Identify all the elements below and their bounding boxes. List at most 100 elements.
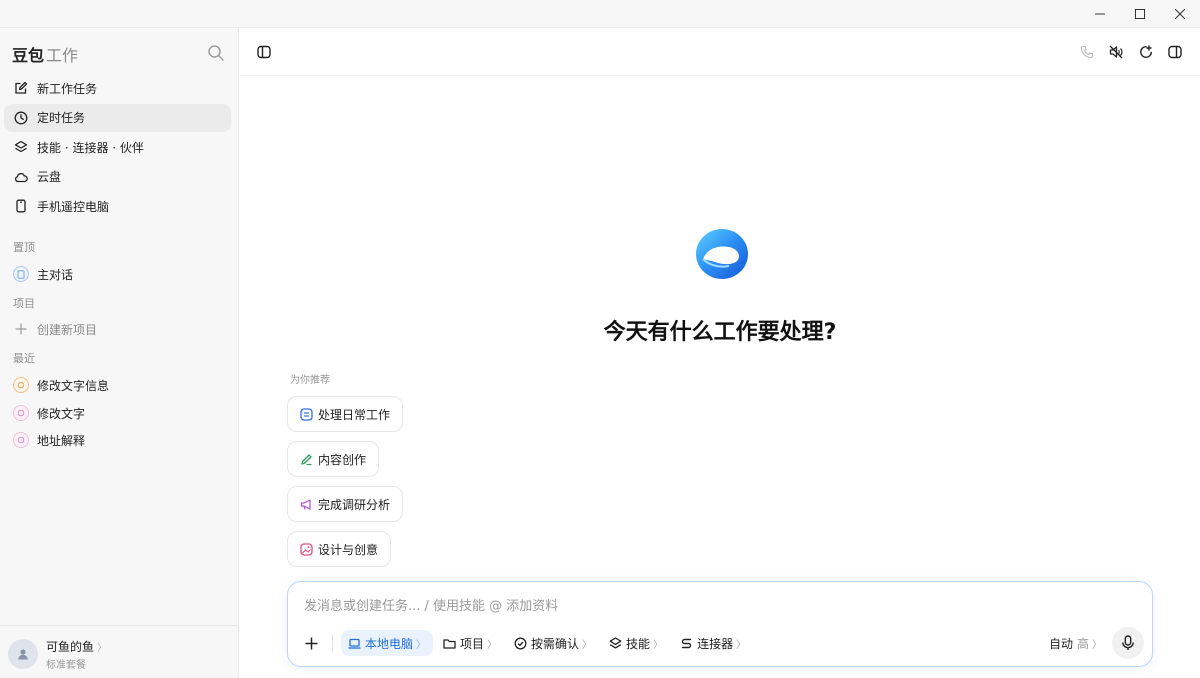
pinned-section-label: 置顶 bbox=[13, 241, 35, 254]
user-name: 可鱼的鱼〉 bbox=[46, 638, 107, 655]
phone-call-icon bbox=[1080, 45, 1094, 59]
sidebar-item-scheduled-tasks[interactable]: 定时任务 bbox=[4, 103, 231, 132]
avatar bbox=[8, 639, 38, 669]
composer-toolbar: 本地电脑〉 项目〉 按需确认〉 技能〉 连接器〉 bbox=[300, 629, 756, 657]
voice-input-button[interactable] bbox=[1112, 627, 1144, 659]
suggestion-research[interactable]: 完成调研分析 bbox=[287, 486, 404, 522]
suggestion-content-creation[interactable]: 内容创作 bbox=[287, 441, 380, 477]
brand-name: 豆包 bbox=[12, 46, 45, 65]
main-area: 今天有什么工作要处理? 为你推荐 处理日常工作 内容创作 完成调研分析 设计与创… bbox=[240, 28, 1200, 678]
sidebar-nav: 新工作任务 定时任务 技能 · 连接器 · 伙伴 云盘 手机遥控电脑 bbox=[4, 74, 231, 222]
sidebar-toggle-icon bbox=[257, 45, 271, 59]
sidebar-item-label: 技能 · 连接器 · 伙伴 bbox=[37, 140, 144, 155]
chevron-right-icon: 〉 bbox=[1092, 640, 1102, 651]
maximize-icon bbox=[1135, 9, 1145, 19]
microphone-icon bbox=[1122, 635, 1134, 650]
edit-icon bbox=[14, 81, 28, 95]
minimize-button[interactable] bbox=[1080, 0, 1120, 28]
sidebar-item-phone-remote[interactable]: 手机遥控电脑 bbox=[4, 192, 231, 220]
megaphone-icon bbox=[300, 498, 313, 511]
voice-call-button[interactable] bbox=[1078, 43, 1096, 61]
daily-work-icon bbox=[300, 407, 313, 421]
connector-icon bbox=[680, 637, 693, 650]
sidebar-item-new-task[interactable]: 新工作任务 bbox=[4, 74, 231, 102]
chevron-right-icon: 〉 bbox=[582, 639, 593, 651]
conversation-label: 主对话 bbox=[37, 267, 74, 282]
layers-icon bbox=[14, 140, 28, 154]
toggle-sidebar-button[interactable] bbox=[255, 43, 273, 61]
sidebar: 豆包 工作 新工作任务 定时任务 技能 · 连接器 · 伙伴 云盘 手机遥控电脑 … bbox=[0, 28, 239, 678]
mode-level: 高 bbox=[1076, 637, 1089, 651]
message-composer: 本地电脑〉 项目〉 按需确认〉 技能〉 连接器〉 自动 高 〉 bbox=[287, 581, 1153, 667]
plus-icon bbox=[305, 637, 317, 649]
minimize-icon bbox=[1095, 13, 1105, 15]
app-logo bbox=[693, 225, 751, 283]
toggle-panel-button[interactable] bbox=[1166, 43, 1184, 61]
user-name-text: 可鱼的鱼 bbox=[46, 640, 95, 654]
conversation-label: 地址解释 bbox=[37, 433, 86, 448]
pen-icon bbox=[300, 453, 313, 466]
top-toolbar bbox=[240, 28, 1200, 76]
conversation-item[interactable]: 地址解释 bbox=[13, 430, 85, 450]
title-bar bbox=[0, 0, 1200, 28]
add-attachment-button[interactable] bbox=[300, 632, 322, 654]
speaker-off-icon bbox=[1109, 45, 1123, 59]
sidebar-search-button[interactable] bbox=[207, 44, 225, 62]
user-plan: 标准套餐 bbox=[46, 660, 86, 671]
app-brand: 豆包 工作 bbox=[12, 42, 78, 66]
tool-label: 技能 bbox=[626, 636, 651, 651]
conversation-label: 修改文字 bbox=[37, 406, 86, 421]
phone-icon bbox=[14, 199, 28, 213]
suggestion-label: 内容创作 bbox=[318, 452, 367, 467]
tool-label: 项目 bbox=[460, 636, 485, 651]
page-title: 今天有什么工作要处理? bbox=[603, 320, 837, 345]
suggestion-label: 完成调研分析 bbox=[318, 497, 391, 512]
user-icon bbox=[18, 649, 28, 660]
sidebar-item-skills[interactable]: 技能 · 连接器 · 伙伴 bbox=[4, 133, 231, 161]
sidebar-item-label: 手机遥控电脑 bbox=[37, 199, 110, 214]
message-input[interactable] bbox=[304, 596, 1084, 616]
chevron-right-icon: 〉 bbox=[416, 639, 427, 651]
mute-button[interactable] bbox=[1107, 43, 1125, 61]
tool-label: 本地电脑 bbox=[365, 636, 414, 651]
sidebar-item-label: 云盘 bbox=[37, 170, 62, 184]
suggestion-design[interactable]: 设计与创意 bbox=[287, 531, 392, 567]
new-chat-icon bbox=[1140, 45, 1152, 58]
maximize-button[interactable] bbox=[1120, 0, 1160, 28]
laptop-icon bbox=[348, 637, 361, 650]
conversation-item[interactable]: 修改文字信息 bbox=[13, 375, 109, 395]
chevron-right-icon: 〉 bbox=[487, 639, 498, 651]
check-circle-icon bbox=[514, 637, 527, 650]
projects-section-label: 项目 bbox=[13, 297, 35, 310]
mode-selector[interactable]: 自动 高 〉 bbox=[1049, 635, 1102, 652]
doubao-logo-icon bbox=[696, 229, 748, 279]
tool-project[interactable]: 项目〉 bbox=[436, 630, 504, 656]
close-button[interactable] bbox=[1160, 0, 1200, 28]
recommend-label: 为你推荐 bbox=[290, 375, 330, 386]
chevron-right-icon: 〉 bbox=[97, 643, 108, 654]
layers-icon bbox=[609, 636, 622, 650]
user-profile[interactable]: 可鱼的鱼〉 标准套餐 bbox=[0, 625, 239, 678]
conversation-item[interactable]: 主对话 bbox=[13, 264, 73, 284]
chevron-right-icon: 〉 bbox=[736, 639, 747, 651]
window-controls bbox=[1080, 0, 1200, 28]
tool-local-computer[interactable]: 本地电脑〉 bbox=[341, 630, 434, 656]
create-project-button[interactable]: 创建新项目 bbox=[13, 319, 97, 339]
search-icon bbox=[208, 45, 224, 61]
chat-icon bbox=[13, 266, 29, 282]
mode-label: 自动 bbox=[1048, 637, 1073, 651]
chat-icon bbox=[13, 405, 29, 421]
conversation-label: 修改文字信息 bbox=[37, 378, 110, 393]
close-icon bbox=[1175, 9, 1185, 19]
new-chat-button[interactable] bbox=[1137, 43, 1155, 61]
suggestion-daily-work[interactable]: 处理日常工作 bbox=[287, 396, 404, 432]
sidebar-item-cloud-drive[interactable]: 云盘 bbox=[4, 163, 231, 191]
panel-icon bbox=[1168, 45, 1182, 59]
conversation-item[interactable]: 修改文字 bbox=[13, 403, 85, 423]
tool-label: 连接器 bbox=[697, 636, 734, 651]
tool-confirm-mode[interactable]: 按需确认〉 bbox=[507, 630, 599, 656]
tool-connectors[interactable]: 连接器〉 bbox=[673, 630, 753, 656]
tool-skills[interactable]: 技能〉 bbox=[602, 630, 670, 656]
sidebar-item-label: 定时任务 bbox=[37, 111, 86, 125]
create-project-label: 创建新项目 bbox=[37, 322, 98, 337]
